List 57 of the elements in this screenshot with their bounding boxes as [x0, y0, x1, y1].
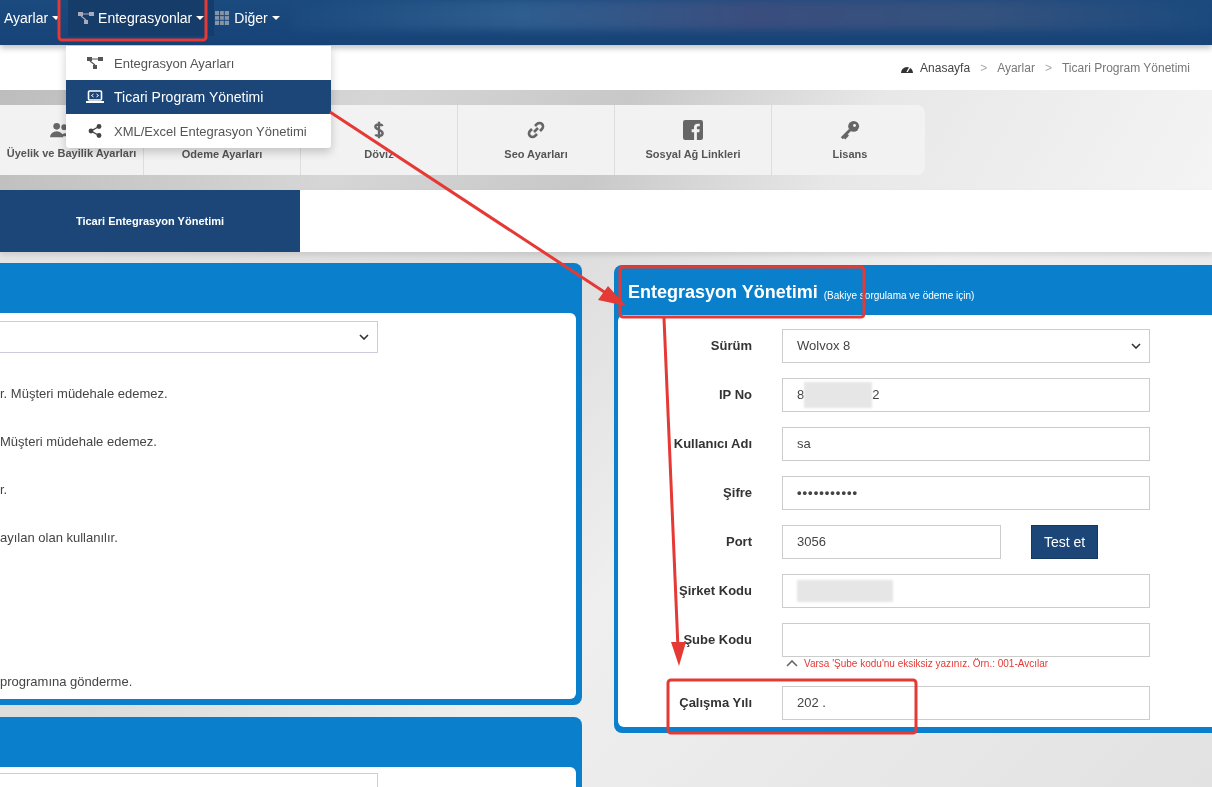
field-label: Sürüm	[709, 338, 752, 353]
grid-icon	[214, 10, 231, 25]
facebook-icon	[683, 120, 703, 140]
network-icon	[86, 56, 104, 70]
chevron-up-icon	[786, 659, 798, 667]
field-label: Port	[725, 534, 752, 549]
field-label: Şube Kodu	[682, 632, 752, 647]
laptop-icon	[86, 90, 104, 104]
field-label: IP No	[718, 387, 752, 402]
settings-tab[interactable]: Odeme Ayarları	[181, 148, 263, 160]
password-field[interactable]: •••••••••••	[782, 475, 1150, 510]
hint-text: Varsa 'Şube kodu'nu eksiksiz yazınız. Örn.: 001-Avcılar	[804, 657, 1049, 669]
settings-tab[interactable]: Sosyal Ağ Linkleri	[645, 148, 741, 160]
field-label: Şirket Kodu	[678, 583, 752, 598]
input-field[interactable]: 8 2	[782, 377, 1150, 412]
dropdown-item[interactable]: Entegrasyon Ayarları	[66, 46, 331, 80]
field-label: Kullanıcı Adı	[672, 436, 752, 451]
chevron-down-icon	[1131, 342, 1141, 349]
settings-tab[interactable]: Lisans	[832, 148, 868, 160]
share-icon	[86, 124, 104, 138]
test-button[interactable]: Test et	[1031, 524, 1099, 559]
nav-menu-item[interactable]: Diğer	[214, 0, 288, 36]
settings-tab[interactable]: Üyelik ve Bayilik Ayarları	[6, 146, 137, 159]
description-text: programına gönderme.	[0, 674, 133, 689]
input-field[interactable]	[782, 573, 1150, 608]
field-label: Çalışma Yılı	[678, 695, 752, 710]
section-tab[interactable]: Ticari Entegrasyon Yönetimi	[0, 190, 300, 252]
dropdown-item[interactable]: Ticari Program Yönetimi	[66, 80, 331, 114]
select-field[interactable]: Wolvox 8	[782, 328, 1150, 363]
panel-title: Entegrasyon Yönetimi	[628, 281, 818, 303]
network-icon	[78, 10, 95, 25]
link-icon	[526, 120, 546, 140]
breadcrumb-link[interactable]: Anasayfa	[920, 60, 971, 75]
breadcrumb-link[interactable]: Ticari Program Yönetimi	[1061, 60, 1190, 75]
caret-icon	[271, 15, 280, 20]
nav-menu-item[interactable]: Ayarlar	[4, 0, 69, 36]
input-field[interactable]: sa	[782, 426, 1150, 461]
key-icon	[840, 120, 860, 140]
breadcrumb-separator: >	[980, 60, 988, 75]
input-field[interactable]: 3056	[782, 524, 1001, 559]
select-field[interactable]	[0, 321, 378, 353]
chevron-down-icon	[359, 334, 369, 340]
description-text: Müşteri müdehale edemez.	[0, 434, 157, 449]
description-text: r. Müşteri müdehale edemez.	[0, 386, 168, 401]
input-field[interactable]: 202 .	[782, 685, 1150, 720]
breadcrumb-separator: >	[1044, 60, 1052, 75]
description-text: r.	[0, 482, 8, 497]
input-field[interactable]	[782, 622, 1150, 657]
caret-icon	[196, 15, 205, 20]
dropdown-item[interactable]: XML/Excel Entegrasyon Yönetimi	[66, 114, 331, 148]
redacted-block	[804, 381, 873, 408]
field-label: Şifre	[722, 485, 752, 500]
caret-icon	[52, 15, 61, 20]
settings-tab[interactable]: Seo Ayarları	[504, 148, 568, 160]
nav-menu-item[interactable]: Entegrasyonlar	[68, 0, 215, 36]
breadcrumb-link[interactable]: Ayarlar	[997, 60, 1035, 75]
description-text: ayılan olan kullanılır.	[0, 530, 118, 545]
